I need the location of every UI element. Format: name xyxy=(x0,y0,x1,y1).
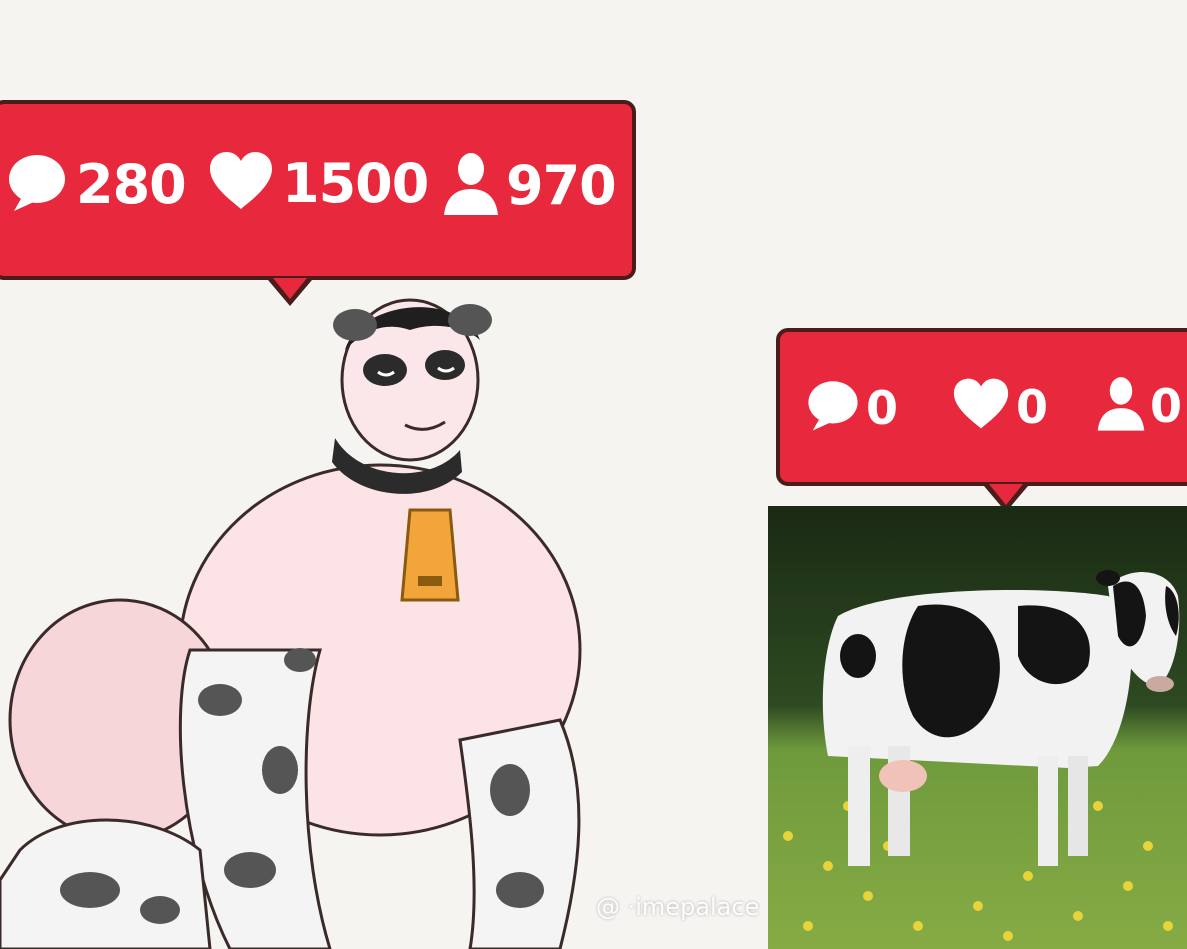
right-comments-count: 0 xyxy=(866,380,898,435)
left-followers-count: 970 xyxy=(506,154,617,217)
left-likes-count: 1500 xyxy=(282,152,429,215)
watermark-text: @ ·imepalace xyxy=(596,893,760,921)
right-notification-bubble: 0 0 0 xyxy=(776,328,1187,512)
left-notification-bubble: 280 1500 970 xyxy=(0,100,636,306)
person-icon xyxy=(1096,372,1146,439)
left-comments-stat: 280 xyxy=(4,149,187,220)
right-comments-stat: 0 xyxy=(804,376,898,439)
heart-icon xyxy=(950,376,1012,437)
left-likes-stat: 1500 xyxy=(206,149,429,218)
left-comments-count: 280 xyxy=(76,153,187,216)
right-likes-count: 0 xyxy=(1016,379,1048,434)
person-icon xyxy=(442,149,500,222)
comment-icon xyxy=(4,149,70,220)
heart-icon xyxy=(206,149,276,218)
left-followers-stat: 970 xyxy=(442,149,617,222)
comment-icon xyxy=(804,376,862,439)
right-followers-stat: 0 xyxy=(1096,372,1182,439)
cartoon-cow-character-illustration xyxy=(0,298,582,949)
right-likes-stat: 0 xyxy=(950,376,1048,437)
real-cow-photo xyxy=(768,506,1187,949)
right-followers-count: 0 xyxy=(1150,378,1182,433)
